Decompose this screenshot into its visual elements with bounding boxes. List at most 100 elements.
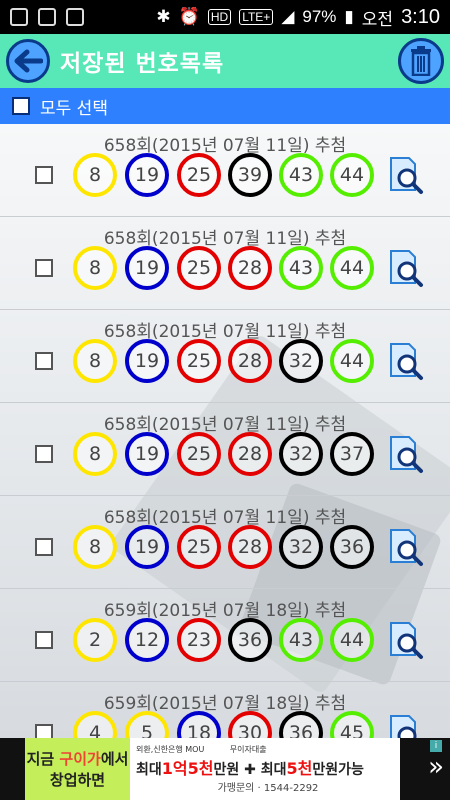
search-icon[interactable] xyxy=(385,619,427,661)
lotto-ball: 37 xyxy=(330,432,374,476)
lotto-ball: 43 xyxy=(279,618,323,662)
lotto-ball: 36 xyxy=(330,525,374,569)
lotto-ball: 19 xyxy=(125,246,169,290)
lotto-ball: 2 xyxy=(73,618,117,662)
lte-icon: LTE+ xyxy=(239,9,274,25)
status-bar: ✱ ⏰ HD LTE+ ◢ 97% ▮ 오전 3:10 xyxy=(0,0,450,34)
lotto-ball: 19 xyxy=(125,153,169,197)
lotto-ball: 43 xyxy=(279,246,323,290)
am-pm: 오전 xyxy=(361,9,394,29)
lotto-ball: 4 xyxy=(73,711,117,738)
lotto-ball: 44 xyxy=(330,153,374,197)
lotto-ball: 19 xyxy=(125,432,169,476)
lotto-ball: 25 xyxy=(177,339,221,383)
lotto-ball: 25 xyxy=(177,246,221,290)
lotto-ball: 36 xyxy=(279,711,323,738)
delete-button[interactable] xyxy=(398,38,444,84)
list-item[interactable]: 659회(2015년 07월 18일) 추첨 2 12 23 36 43 44 xyxy=(0,589,450,682)
draw-info: 658회(2015년 07월 11일) 추첨 xyxy=(103,136,347,156)
ad-main-amount: 5천 xyxy=(286,759,313,778)
lotto-ball: 28 xyxy=(228,432,272,476)
lotto-ball: 30 xyxy=(228,711,272,738)
list-item[interactable]: 658회(2015년 07월 11일) 추첨 8 19 25 28 32 37 xyxy=(0,403,450,496)
lotto-ball: 44 xyxy=(330,339,374,383)
draw-info: 658회(2015년 07월 11일) 추첨 xyxy=(103,322,347,342)
alarm-icon: ⏰ xyxy=(178,7,200,26)
search-icon[interactable] xyxy=(385,433,427,475)
row-checkbox[interactable] xyxy=(35,538,53,556)
lotto-ball: 8 xyxy=(73,339,117,383)
search-icon[interactable] xyxy=(385,712,427,738)
ad-main-text: ✚ 최대 xyxy=(244,762,287,778)
lotto-ball: 28 xyxy=(228,525,272,569)
draw-info: 659회(2015년 07월 18일) 추첨 xyxy=(103,601,347,621)
notification-icons xyxy=(0,8,84,26)
lotto-ball: 39 xyxy=(228,153,272,197)
lotto-ball: 44 xyxy=(330,246,374,290)
row-checkbox[interactable] xyxy=(35,631,53,649)
page-title: 저장된 번호목록 xyxy=(60,51,225,77)
notification-icon xyxy=(66,8,84,26)
app-bar: 저장된 번호목록 xyxy=(0,34,450,88)
lotto-ball: 32 xyxy=(279,432,323,476)
lotto-ball: 19 xyxy=(125,339,169,383)
list-item[interactable]: 658회(2015년 07월 11일) 추첨 8 19 25 28 32 36 xyxy=(0,496,450,589)
row-checkbox[interactable] xyxy=(35,259,53,277)
ad-text: 지금 xyxy=(26,750,55,768)
ad-main-amount: 1억5천 xyxy=(161,759,214,778)
row-checkbox[interactable] xyxy=(35,445,53,463)
ad-banner[interactable]: 지금 구이가에서 창업하면 외환,신한은행 MOU 무이자대출 최대1억5천만원… xyxy=(0,738,450,800)
ad-main-text: 최대 xyxy=(136,762,162,778)
search-icon[interactable] xyxy=(385,526,427,568)
lotto-ball: 18 xyxy=(177,711,221,738)
search-icon[interactable] xyxy=(385,340,427,382)
lotto-ball: 5 xyxy=(125,711,169,738)
lotto-ball: 23 xyxy=(177,618,221,662)
lotto-ball: 32 xyxy=(279,339,323,383)
lotto-ball: 8 xyxy=(73,525,117,569)
lotto-ball: 8 xyxy=(73,246,117,290)
signal-icon: ◢ xyxy=(281,7,295,26)
search-icon[interactable] xyxy=(385,154,427,196)
draw-info: 658회(2015년 07월 11일) 추첨 xyxy=(103,508,347,528)
battery-icon: ▮ xyxy=(344,7,354,26)
draw-info: 658회(2015년 07월 11일) 추첨 xyxy=(103,229,347,249)
battery-text: 97% xyxy=(302,7,337,26)
search-icon[interactable] xyxy=(385,247,427,289)
draw-info: 658회(2015년 07월 11일) 추첨 xyxy=(103,415,347,435)
list-item[interactable]: 658회(2015년 07월 11일) 추첨 8 19 25 39 43 44 xyxy=(0,124,450,217)
lotto-ball: 43 xyxy=(279,153,323,197)
lotto-ball: 8 xyxy=(73,432,117,476)
lotto-ball: 28 xyxy=(228,339,272,383)
lotto-ball: 8 xyxy=(73,153,117,197)
ad-text: 창업하면 xyxy=(49,771,106,789)
ad-info-icon[interactable]: i xyxy=(430,740,442,752)
list-item[interactable]: 658회(2015년 07월 11일) 추첨 8 19 25 28 43 44 xyxy=(0,217,450,310)
ad-main-text: 만원 xyxy=(213,762,240,778)
select-all-bar[interactable]: 모두 선택 xyxy=(0,88,450,124)
lotto-ball: 25 xyxy=(177,153,221,197)
lotto-ball: 45 xyxy=(330,711,374,738)
ad-main-text: 만원가능 xyxy=(312,762,364,778)
trash-icon xyxy=(411,46,431,76)
notification-icon xyxy=(38,8,56,26)
ad-small-text: 외환,신한은행 MOU xyxy=(136,745,205,754)
row-checkbox[interactable] xyxy=(35,166,53,184)
hd-icon: HD xyxy=(207,9,232,25)
bluetooth-icon: ✱ xyxy=(156,7,171,26)
list-item[interactable]: 659회(2015년 07월 18일) 추첨 4 5 18 30 36 45 xyxy=(0,682,450,738)
ad-small-text: 무이자대출 xyxy=(229,745,267,754)
row-checkbox[interactable] xyxy=(35,724,53,738)
ad-next-arrow-icon[interactable]: » xyxy=(428,752,444,782)
select-all-checkbox[interactable] xyxy=(12,97,30,115)
ad-contact: 가맹문의 · 1544-2292 xyxy=(217,783,319,794)
ad-text: 에서 xyxy=(100,750,129,768)
row-checkbox[interactable] xyxy=(35,352,53,370)
ad-left-panel: 지금 구이가에서 창업하면 xyxy=(25,738,130,800)
lotto-ball: 25 xyxy=(177,432,221,476)
list-item[interactable]: 658회(2015년 07월 11일) 추첨 8 19 25 28 32 44 xyxy=(0,310,450,403)
lotto-ball: 28 xyxy=(228,246,272,290)
saved-number-list[interactable]: 658회(2015년 07월 11일) 추첨 8 19 25 39 43 44 658회(20… xyxy=(0,124,450,738)
lotto-ball: 25 xyxy=(177,525,221,569)
back-button[interactable] xyxy=(6,39,50,83)
